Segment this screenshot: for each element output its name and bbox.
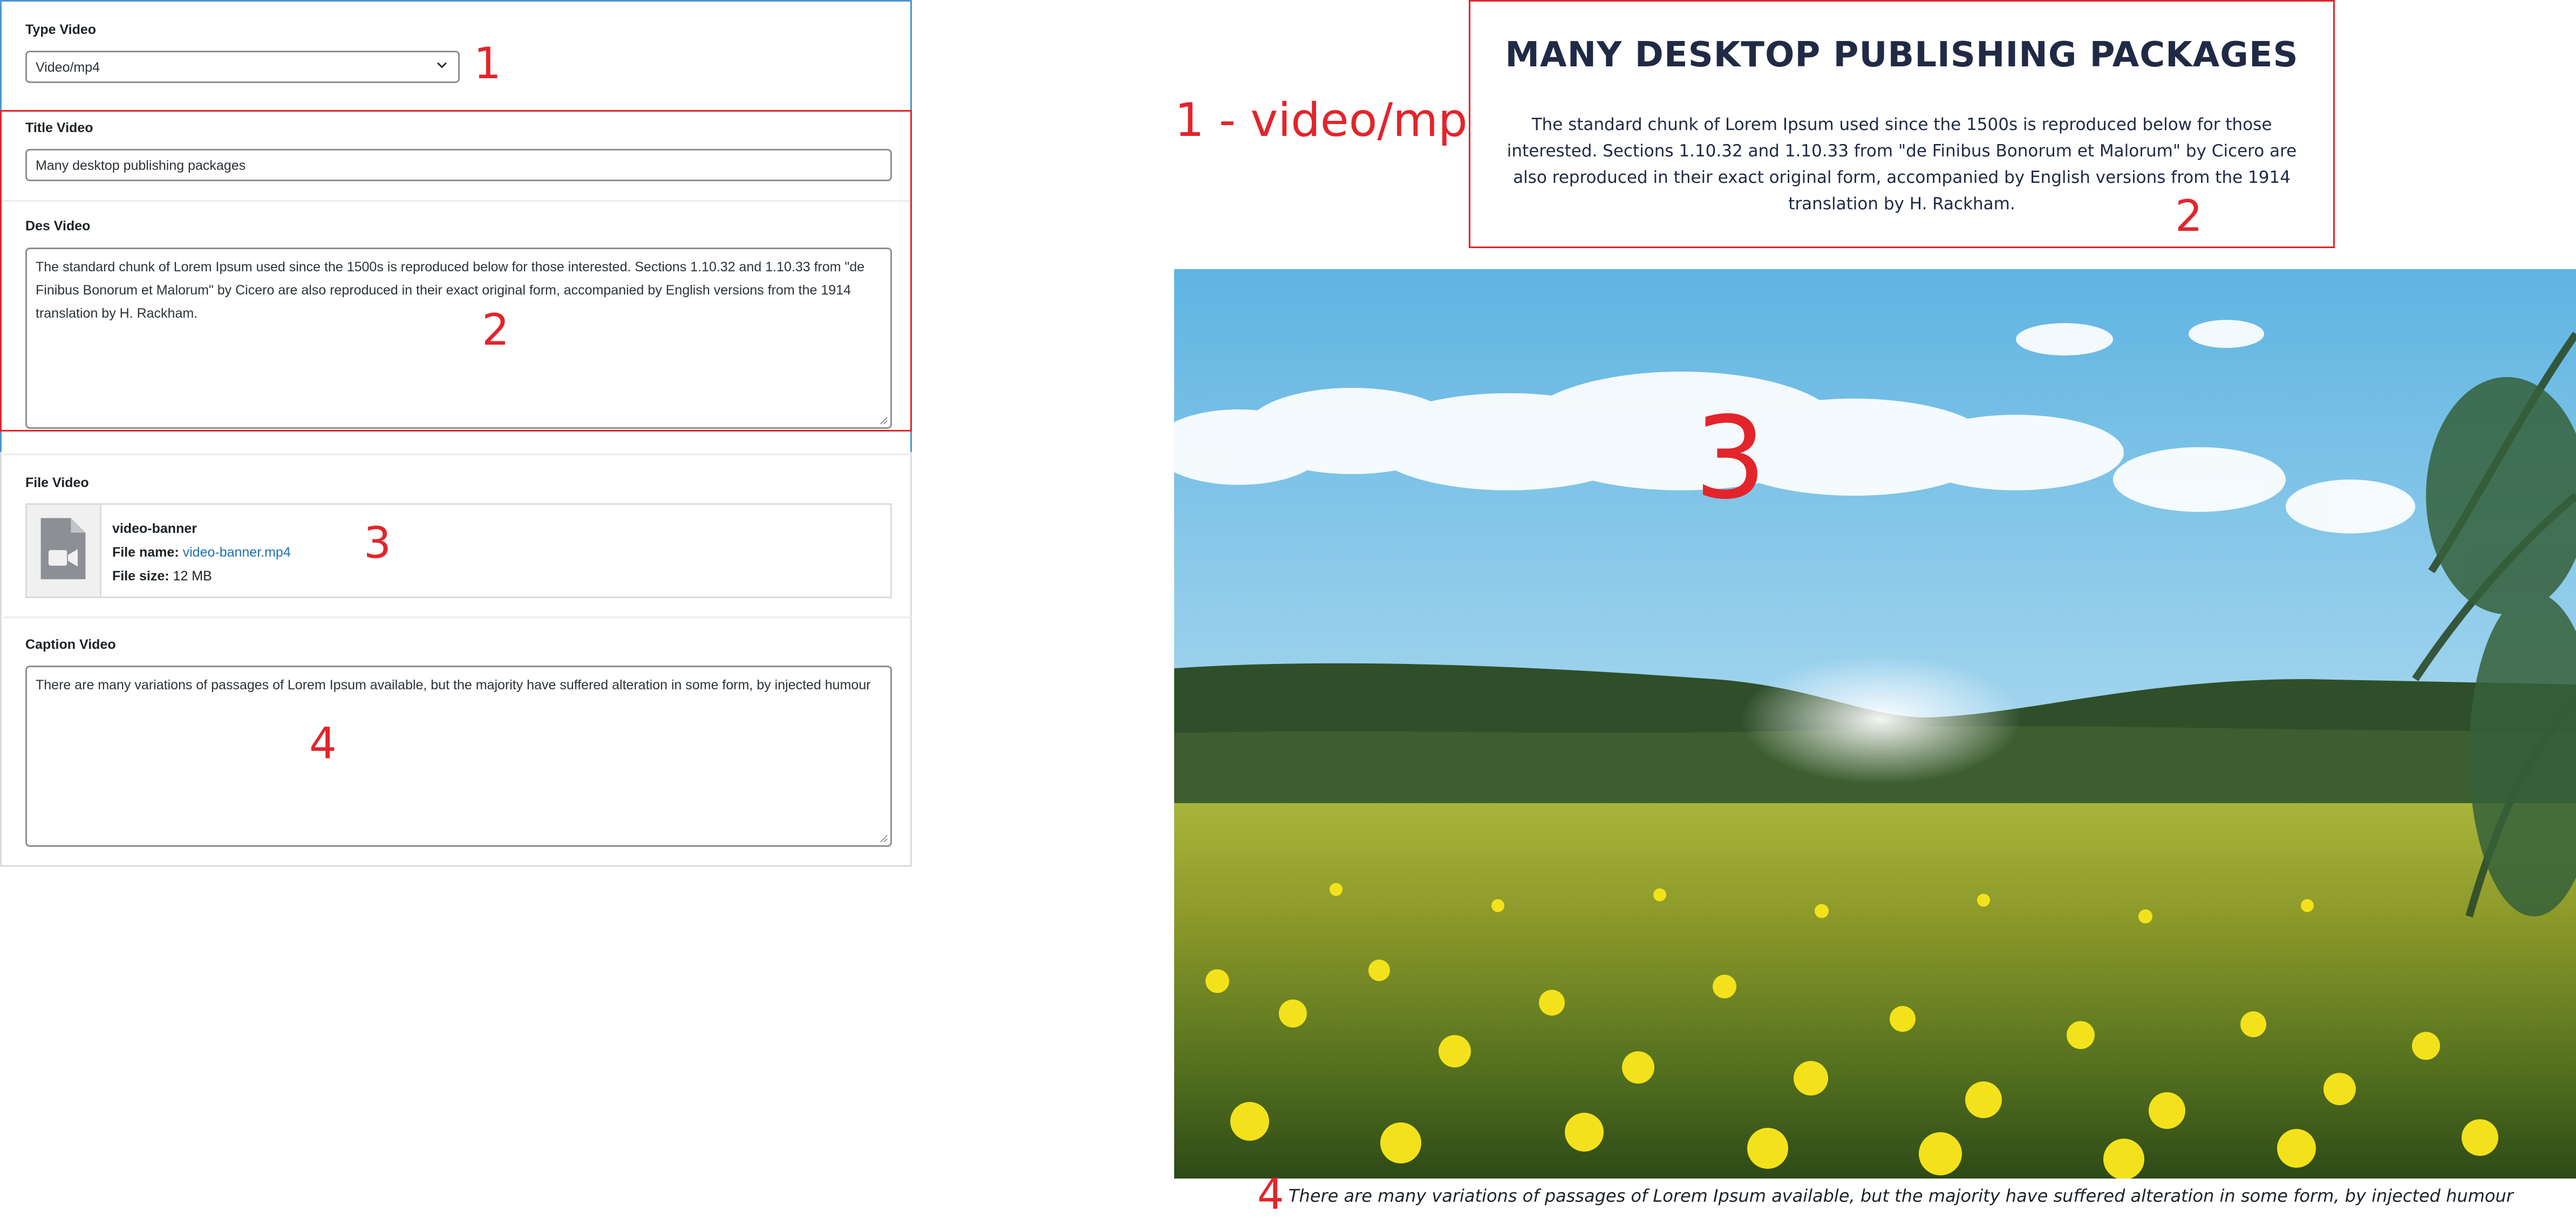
video-banner-image[interactable]: 3 [1174, 269, 2576, 1179]
file-thumbnail [27, 505, 101, 597]
file-name-link[interactable]: video-banner.mp4 [183, 545, 291, 560]
file-name-label: File name: [112, 545, 179, 560]
type-video-label: Type Video [25, 22, 97, 37]
file-title: video-banner [112, 521, 197, 536]
file-size-row: File size: 12 MB [112, 569, 212, 584]
file-name-row: File name: video-banner.mp4 [112, 545, 291, 560]
preview-title: MANY DESKTOP PUBLISHING PACKAGES [1505, 35, 2299, 75]
type-video-selected: Video/mp4 [36, 60, 100, 75]
resize-grip-icon[interactable] [878, 833, 888, 843]
file-size-label: File size: [112, 569, 169, 584]
caption-video-value: There are many variations of passages of… [36, 677, 871, 693]
file-video-label: File Video [25, 475, 89, 490]
divider [3, 454, 912, 455]
des-video-value: The standard chunk of Lorem Ipsum used s… [36, 259, 865, 321]
caption-video-textarea[interactable]: There are many variations of passages of… [25, 666, 892, 847]
file-size-value: 12 MB [173, 569, 212, 584]
title-video-input[interactable]: Many desktop publishing packages [25, 149, 892, 181]
chevron-down-icon [437, 62, 447, 69]
caption-video-label: Caption Video [25, 637, 116, 652]
divider [3, 109, 912, 111]
video-file-icon [40, 518, 86, 579]
resize-grip-icon[interactable] [878, 415, 888, 425]
annotation-type-callout: 1 - video/mp4 [1175, 93, 1497, 147]
file-video-attachment[interactable]: video-banner File name: video-banner.mp4… [25, 503, 892, 598]
annotation-number-1: 1 [474, 38, 501, 88]
preview-caption: There are many variations of passages of… [1289, 1186, 2513, 1206]
title-video-value: Many desktop publishing packages [36, 158, 246, 173]
title-video-label: Title Video [25, 120, 93, 135]
meadow-landscape-image [1174, 269, 2576, 1179]
annotation-number-3-banner: 3 [1694, 392, 1767, 524]
des-video-label: Des Video [25, 218, 91, 234]
annotation-number-4: 4 [309, 718, 337, 769]
video-settings-panel: Type Video Video/mp4 Title Video Many de… [0, 0, 912, 867]
annotation-number-2: 2 [482, 305, 509, 355]
divider [3, 617, 912, 618]
type-video-select[interactable]: Video/mp4 [25, 51, 460, 83]
annotation-number-4-caption: 4 [1257, 1170, 1284, 1219]
preview-header: MANY DESKTOP PUBLISHING PACKAGES The sta… [1469, 0, 2335, 248]
annotation-number-3: 3 [364, 518, 391, 568]
annotation-number-2-preview: 2 [2175, 191, 2203, 241]
divider [3, 200, 912, 202]
des-video-textarea[interactable]: The standard chunk of Lorem Ipsum used s… [25, 248, 892, 429]
